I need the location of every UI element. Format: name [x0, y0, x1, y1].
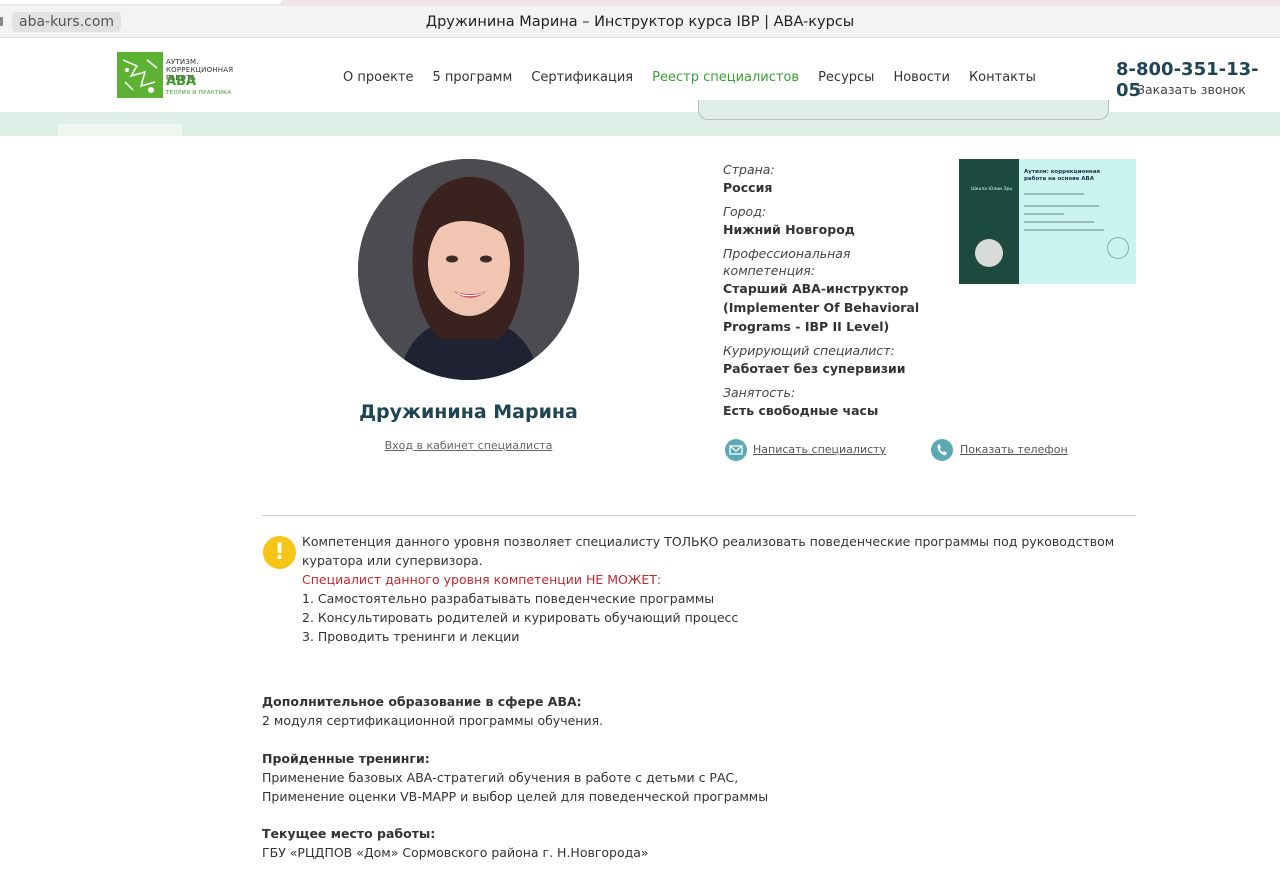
field-value: Россия	[723, 180, 773, 195]
field-label: Занятость:	[723, 385, 796, 400]
certificate-text-line	[1024, 221, 1094, 223]
field-label: Курирующий специалист:	[723, 343, 895, 358]
site-logo[interactable]: АУТИЗМ. КОРРЕКЦИОННАЯ РАБОТА АВА ТЕОРИЯ …	[117, 52, 237, 100]
work-section: Текущее место работы: ГБУ «РЦДПОВ «Дом» …	[262, 824, 649, 862]
trainings-title: Пройденные тренинги:	[262, 751, 430, 766]
phone-icon[interactable]	[931, 439, 953, 461]
notice-text: Компетенция данного уровня позволяет спе…	[302, 534, 1115, 568]
education-text: 2 модуля сертификационной программы обуч…	[262, 713, 604, 728]
logo-brand: АВА	[166, 74, 197, 89]
field-value: Старший АВА-инструктор (Implementer Of B…	[723, 281, 920, 334]
callback-link[interactable]: Заказать звонок	[1137, 82, 1246, 97]
warning-icon: !	[263, 536, 296, 569]
certificate-text-line	[1024, 205, 1099, 207]
field-label: Город:	[723, 204, 767, 219]
certificate-school: Школа Юлии Эрц	[971, 187, 1013, 192]
certificate-thumbnail[interactable]: Школа Юлии Эрц Аутизм: коррекционная раб…	[959, 159, 1136, 284]
nav-news[interactable]: Новости	[893, 70, 950, 85]
section-divider	[262, 515, 1136, 516]
nav-contacts[interactable]: Контакты	[969, 70, 1036, 85]
notice-restriction: Специалист данного уровня компетенции НЕ…	[302, 572, 662, 587]
cabinet-login-link[interactable]: Вход в кабинет специалиста	[358, 439, 579, 452]
avatar	[358, 159, 579, 380]
field-label: Профессиональная компетенция:	[723, 246, 851, 278]
work-title: Текущее место работы:	[262, 826, 436, 841]
trainings-section: Пройденные тренинги: Применение базовых …	[262, 749, 768, 806]
mail-icon[interactable]	[725, 439, 747, 461]
specialist-info: Страна: Россия Город: Нижний Новгород Пр…	[723, 161, 943, 426]
nav-programs[interactable]: 5 программ	[433, 70, 513, 85]
show-phone-link[interactable]: Показать телефон	[960, 443, 1068, 456]
work-text: ГБУ «РЦДПОВ «Дом» Сормовского района г. …	[262, 845, 649, 860]
logo-mark-icon	[117, 52, 163, 98]
browser-tab[interactable]	[0, 0, 282, 4]
field-value: Нижний Новгород	[723, 222, 855, 237]
certificate-text-line	[1024, 193, 1084, 195]
education-section: Дополнительное образование в сфере АВА: …	[262, 692, 603, 730]
main-nav: О проекте 5 программ Сертификация Реестр…	[343, 70, 1055, 85]
training-item: Применение базовых АВА-стратегий обучени…	[262, 770, 739, 785]
write-specialist-link[interactable]: Написать специалисту	[753, 443, 886, 456]
nav-registry[interactable]: Реестр специалистов	[652, 70, 799, 85]
notice-item: 3. Проводить тренинги и лекции	[302, 629, 520, 644]
education-title: Дополнительное образование в сфере АВА:	[262, 694, 582, 709]
header-band-notch	[58, 124, 182, 136]
certificate-seal-icon	[975, 239, 1003, 267]
certificate-title: Аутизм: коррекционная работа на основе А…	[1024, 169, 1101, 182]
specialist-name: Дружинина Марина	[359, 401, 578, 423]
certificate-text-line	[1024, 229, 1104, 231]
logo-tagline: ТЕОРИЯ И ПРАКТИКА	[166, 90, 232, 96]
competence-notice: Компетенция данного уровня позволяет спе…	[302, 532, 1132, 646]
certificate-stamp-icon	[1107, 237, 1129, 259]
nav-certification[interactable]: Сертификация	[531, 70, 633, 85]
certificate-sidebar: Школа Юлии Эрц	[959, 159, 1019, 284]
nav-about[interactable]: О проекте	[343, 70, 414, 85]
certificate-text-line	[1024, 213, 1064, 215]
training-item: Применение оценки VB-MAPP и выбор целей …	[262, 789, 769, 804]
field-value: Работает без супервизии	[723, 361, 906, 376]
notice-item: 1. Самостоятельно разрабатывать поведенч…	[302, 591, 715, 606]
search-bar[interactable]	[698, 100, 1109, 120]
field-label: Страна:	[723, 162, 775, 177]
notice-item: 2. Консультировать родителей и курироват…	[302, 610, 739, 625]
nav-resources[interactable]: Ресурсы	[818, 70, 874, 85]
page-title: Дружинина Марина – Инструктор курса IBP …	[425, 14, 855, 30]
field-value: Есть свободные часы	[723, 403, 879, 418]
